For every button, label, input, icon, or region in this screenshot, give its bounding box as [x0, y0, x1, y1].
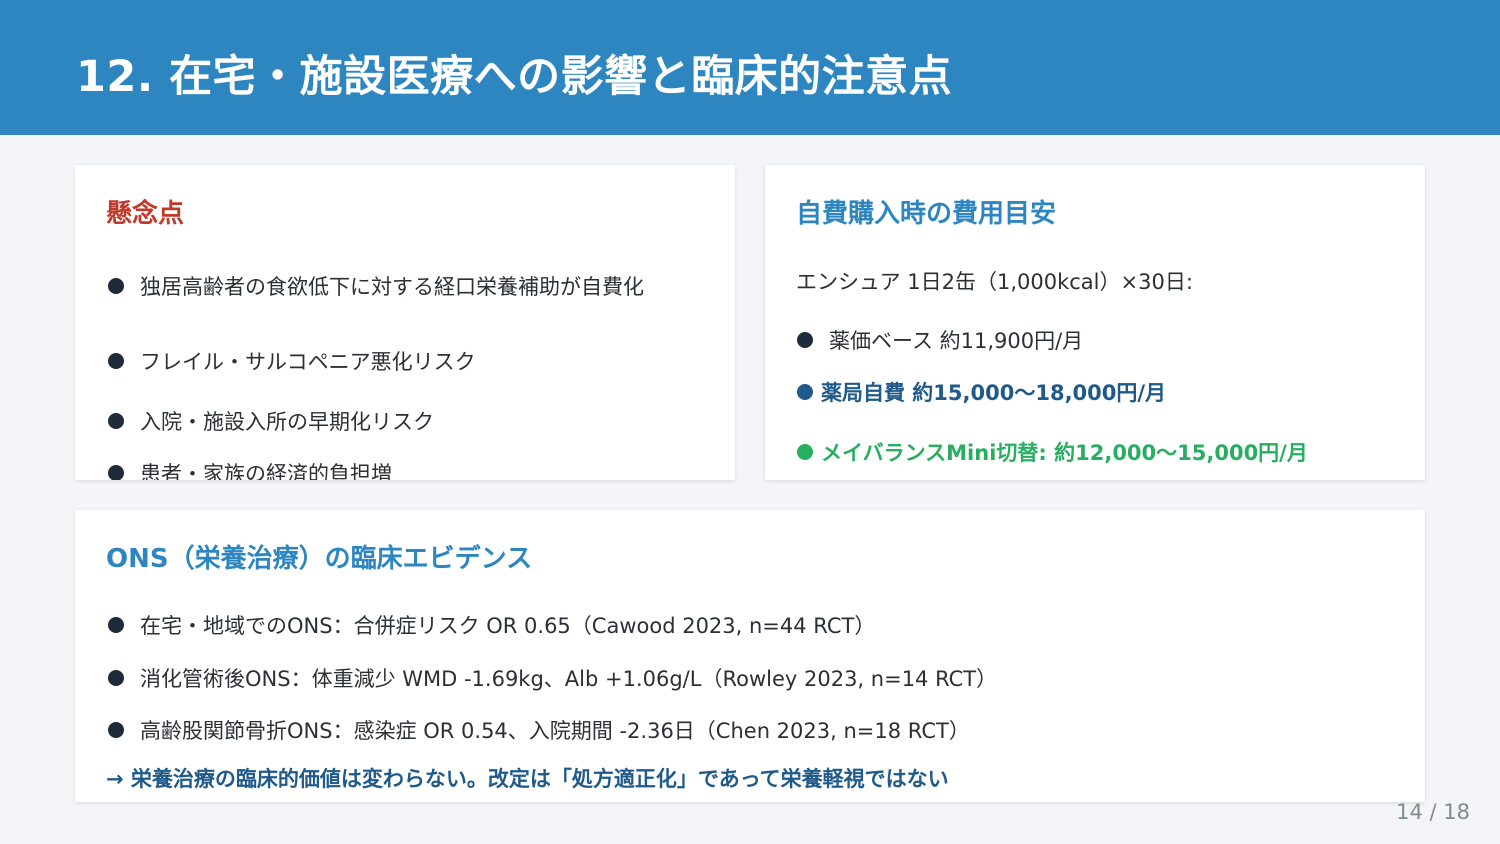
bullet-icon [108, 278, 124, 294]
bullet-icon [797, 384, 813, 400]
evidence-item-2: 消化管術後ONS：体重減少 WMD -1.69kg、Alb +1.06g/L（R… [108, 663, 997, 693]
slide-header: 12. 在宅・施設医療への影響と臨床的注意点 [0, 0, 1500, 135]
concern-item-4: 患者・家族の経済的負担増 [108, 458, 392, 480]
bullet-icon [108, 413, 124, 429]
cost-item-pharmacy: 薬局自費 約15,000〜18,000円/月 [797, 377, 1166, 407]
evidence-item-3: 高齢股関節骨折ONS：感染症 OR 0.54、入院期間 -2.36日（Chen … [108, 715, 970, 745]
evidence-item-text: 高齢股関節骨折ONS：感染症 OR 0.54、入院期間 -2.36日（Chen … [140, 719, 970, 743]
concerns-title: 懸念点 [106, 199, 185, 229]
slide-title: 12. 在宅・施設医療への影響と臨床的注意点 [76, 52, 953, 102]
concern-item-text: 独居高齢者の食欲低下に対する経口栄養補助が自費化 [140, 275, 644, 299]
cost-intro: エンシュア 1日2缶（1,000kcal）×30日: [796, 270, 1193, 294]
cost-card: 自費購入時の費用目安 エンシュア 1日2缶（1,000kcal）×30日: 薬価… [765, 165, 1425, 480]
bullet-icon [797, 332, 813, 348]
concern-item-text: フレイル・サルコペニア悪化リスク [140, 350, 476, 374]
cost-item-drug-price: 薬価ベース 約11,900円/月 [797, 325, 1083, 355]
cost-item-text: 薬価ベース 約11,900円/月 [829, 329, 1084, 353]
concern-item-2: フレイル・サルコペニア悪化リスク [108, 346, 476, 376]
evidence-item-text: 消化管術後ONS：体重減少 WMD -1.69kg、Alb +1.06g/L（R… [140, 667, 998, 691]
cost-item-text: メイバランスMini切替: 約12,000〜15,000円/月 [821, 441, 1308, 465]
cost-title: 自費購入時の費用目安 [796, 199, 1057, 229]
concern-item-text: 入院・施設入所の早期化リスク [140, 410, 434, 434]
bullet-icon [108, 465, 124, 480]
cost-item-text: 薬局自費 約15,000〜18,000円/月 [821, 381, 1167, 405]
bullet-icon [797, 444, 813, 460]
concern-item-1: 独居高齢者の食欲低下に対する経口栄養補助が自費化 [108, 271, 644, 301]
concerns-card: 懸念点 独居高齢者の食欲低下に対する経口栄養補助が自費化 フレイル・サルコペニア… [75, 165, 735, 480]
bullet-icon [108, 617, 124, 633]
evidence-card: ONS（栄養治療）の臨床エビデンス 在宅・地域でのONS：合併症リスク OR 0… [75, 510, 1425, 802]
concern-item-3: 入院・施設入所の早期化リスク [108, 406, 434, 436]
page-number: 14 / 18 [1396, 800, 1470, 824]
evidence-title: ONS（栄養治療）の臨床エビデンス [106, 544, 533, 574]
cost-item-maybalance: メイバランスMini切替: 約12,000〜15,000円/月 [797, 437, 1308, 467]
evidence-conclusion: → 栄養治療の臨床的価値は変わらない。改定は「処方適正化」であって栄養軽視ではな… [106, 767, 949, 791]
bullet-icon [108, 353, 124, 369]
evidence-item-text: 在宅・地域でのONS：合併症リスク OR 0.65（Cawood 2023, n… [140, 614, 876, 638]
bullet-icon [108, 670, 124, 686]
bullet-icon [108, 722, 124, 738]
evidence-item-1: 在宅・地域でのONS：合併症リスク OR 0.65（Cawood 2023, n… [108, 610, 875, 640]
concern-item-text: 患者・家族の経済的負担増 [140, 462, 392, 480]
